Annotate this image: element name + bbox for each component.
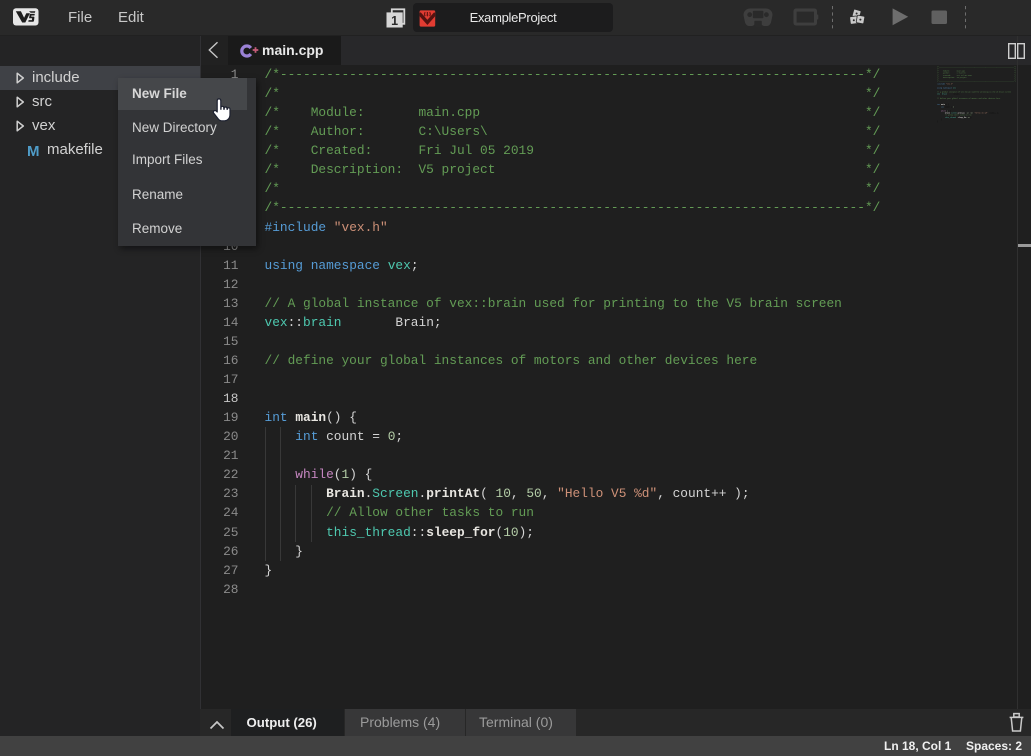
svg-text:1: 1 <box>391 14 398 28</box>
svg-text:M: M <box>27 143 40 160</box>
